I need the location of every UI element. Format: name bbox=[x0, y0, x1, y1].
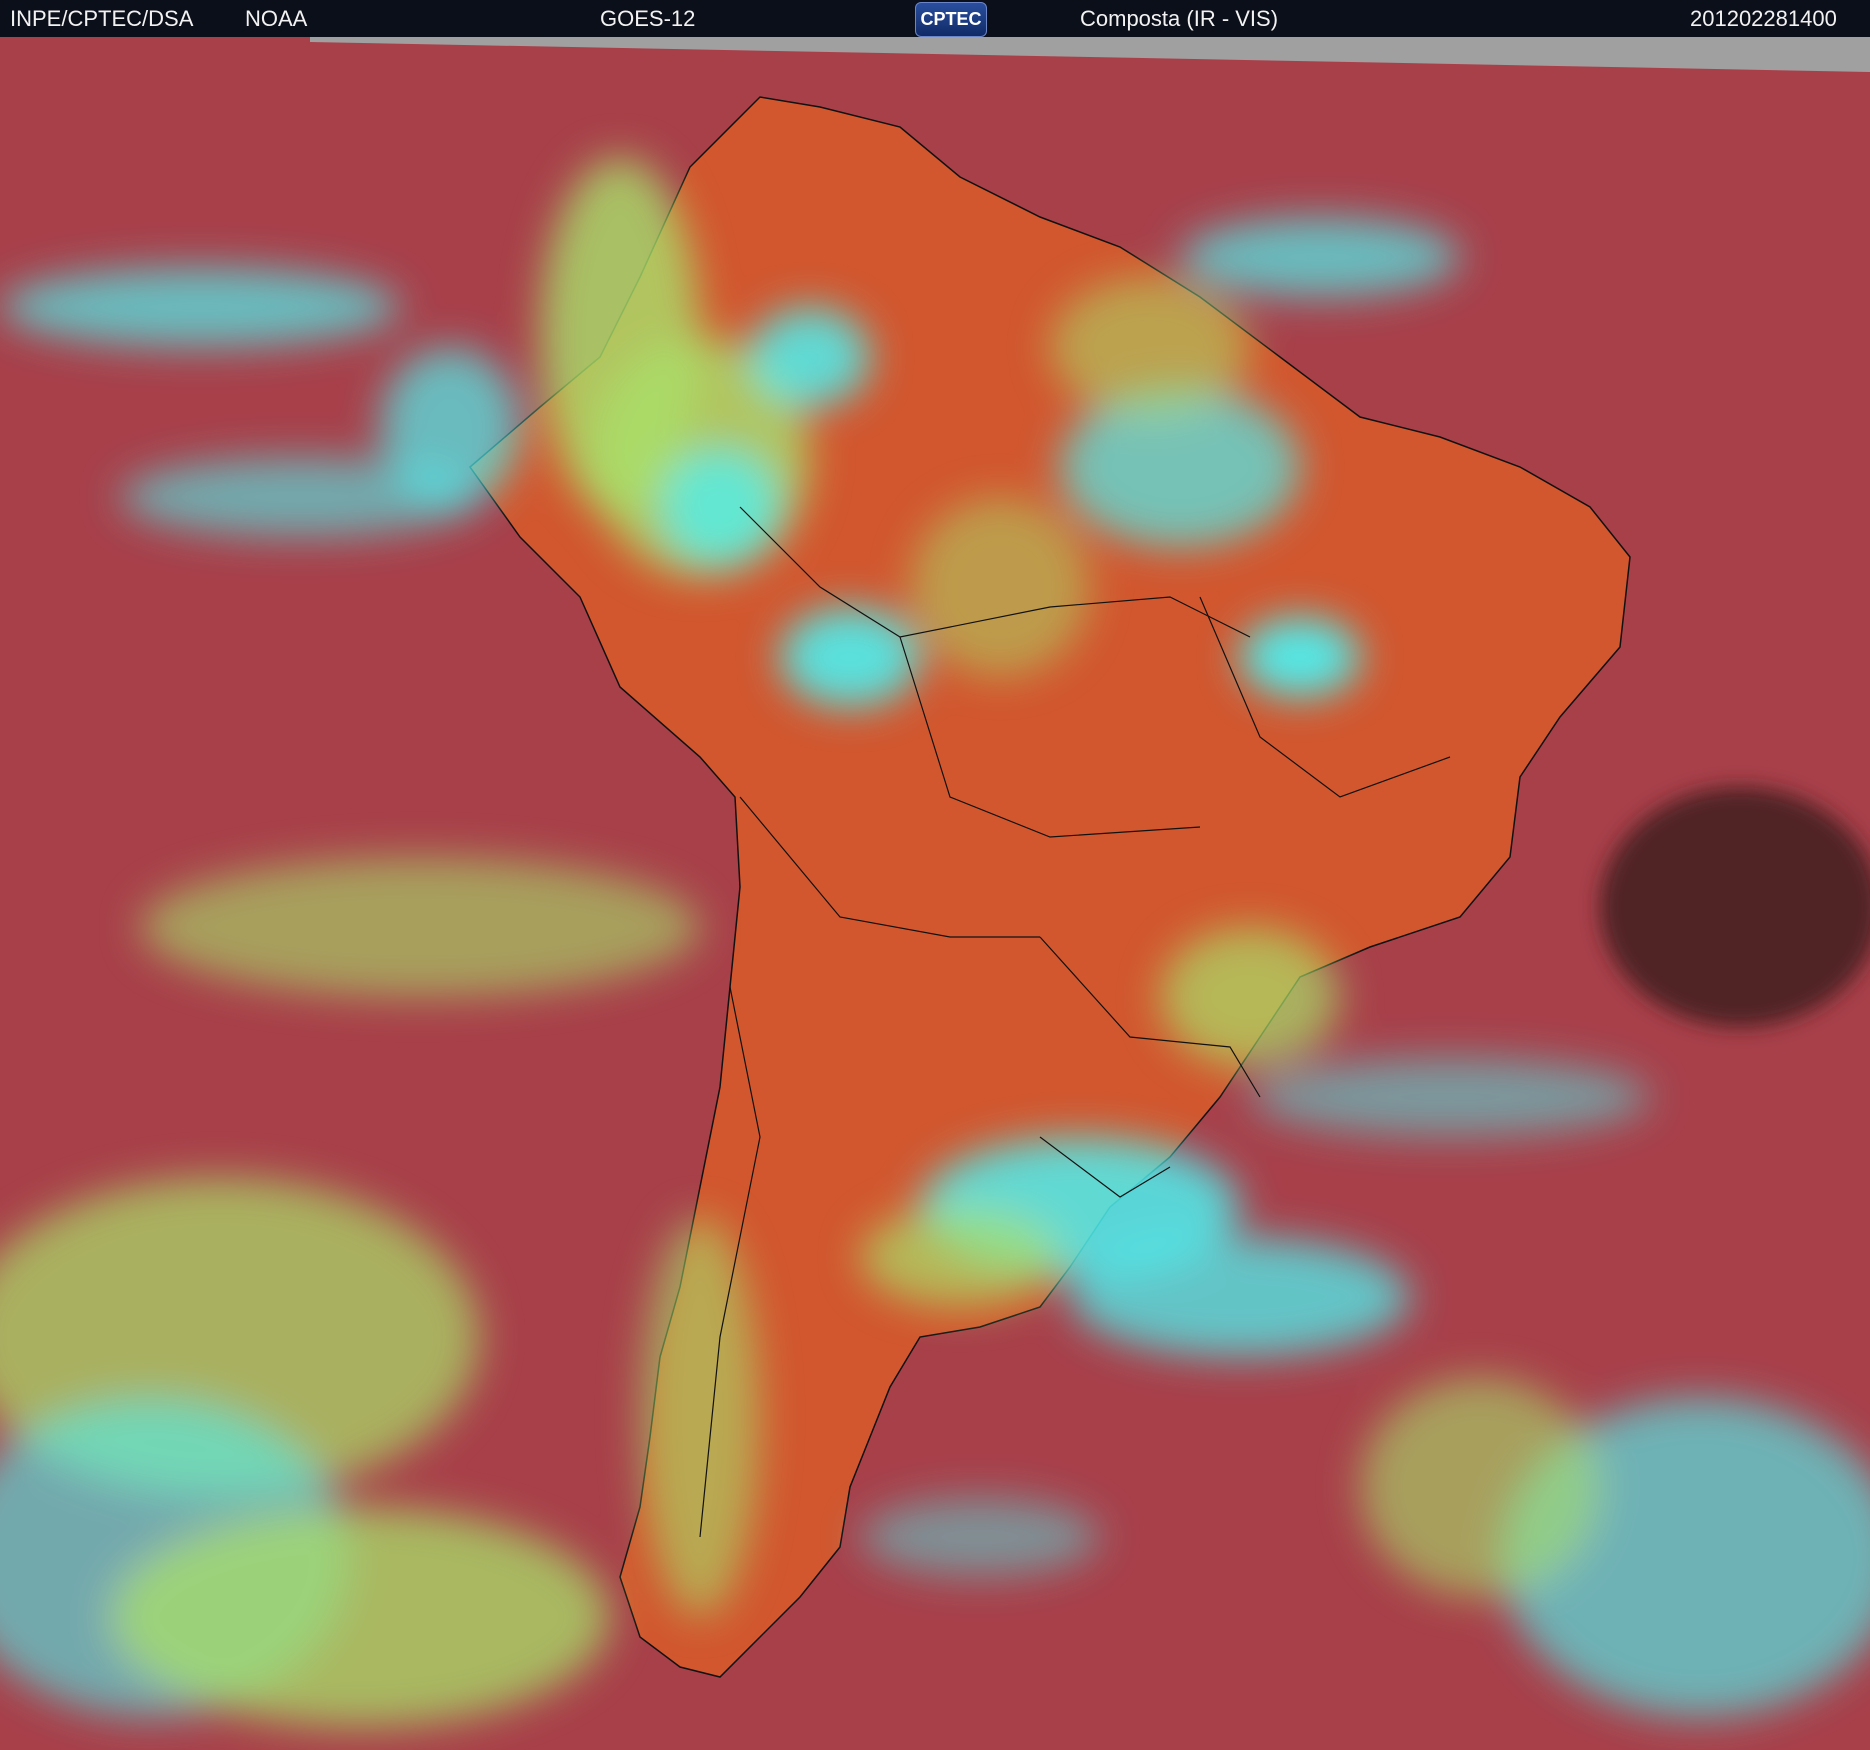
source-label: NOAA bbox=[245, 6, 308, 31]
cptec-logo: CPTEC bbox=[915, 2, 987, 37]
satellite-composite-map bbox=[0, 37, 1870, 1750]
dark-region bbox=[1600, 787, 1870, 1027]
satellite-label: GOES-12 bbox=[600, 6, 696, 31]
agency-label: INPE/CPTEC/DSA bbox=[10, 6, 194, 31]
product-label: Composta (IR - VIS) bbox=[1080, 6, 1279, 31]
timestamp-label: 201202281400 bbox=[1690, 6, 1837, 31]
image-header-bar: INPE/CPTEC/DSA NOAA GOES-12 CPTEC Compos… bbox=[0, 0, 1870, 37]
